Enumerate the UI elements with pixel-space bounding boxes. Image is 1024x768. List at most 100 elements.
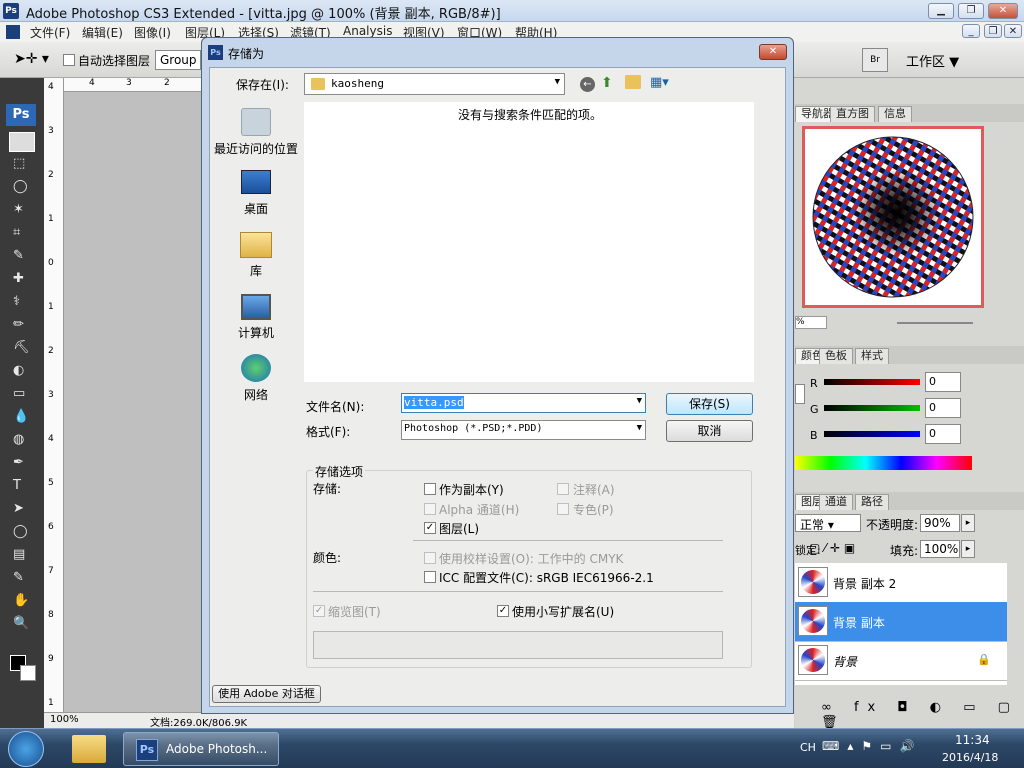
tool-icon[interactable]: ✎ bbox=[13, 570, 24, 585]
tool-icon[interactable]: ➤ bbox=[13, 501, 24, 516]
tool-icon[interactable]: 🔍 bbox=[13, 616, 29, 631]
move-tool-icon[interactable]: ➤✛ ▾ bbox=[14, 51, 49, 67]
tab-swatches[interactable]: 色板 bbox=[819, 348, 853, 364]
tool-icon[interactable]: ⚕ bbox=[13, 294, 20, 309]
workspace-button[interactable]: 工作区 ▼ bbox=[906, 51, 959, 70]
notes-checkbox[interactable] bbox=[557, 483, 569, 495]
tool-icon[interactable]: ✏ bbox=[13, 317, 24, 332]
tool-icon[interactable]: ◯ bbox=[13, 524, 28, 539]
lowercase-ext-checkbox[interactable]: ✓ bbox=[497, 605, 509, 617]
bridge-icon[interactable]: Br bbox=[862, 48, 888, 72]
navigator-zoom-slider[interactable] bbox=[897, 322, 973, 324]
tool-icon[interactable]: ✋ bbox=[13, 593, 29, 608]
tool-icon[interactable]: ✚ bbox=[13, 271, 24, 286]
layer-row[interactable]: 背景 🔒 bbox=[795, 641, 1007, 681]
clock-date[interactable]: 2016/4/18 bbox=[942, 751, 998, 764]
tab-paths[interactable]: 路径 bbox=[855, 494, 889, 510]
channel-slider[interactable] bbox=[824, 405, 920, 411]
doc-close-button[interactable]: ✕ bbox=[1004, 24, 1022, 38]
canvas-area[interactable] bbox=[64, 92, 204, 712]
tab-styles[interactable]: 样式 bbox=[855, 348, 889, 364]
file-list[interactable]: 没有与搜索条件匹配的项。 bbox=[304, 102, 754, 382]
alpha-channels-checkbox[interactable] bbox=[424, 503, 436, 515]
blend-mode-select[interactable]: 正常 ▾ bbox=[795, 514, 861, 532]
tool-icon[interactable]: ✎ bbox=[13, 248, 24, 263]
save-button[interactable]: 保存(S) bbox=[666, 393, 753, 415]
tool-icon[interactable]: ⛏ bbox=[13, 340, 30, 355]
tab-info[interactable]: 信息 bbox=[878, 106, 912, 122]
tool-icon[interactable]: ◍ bbox=[13, 432, 24, 447]
tool-icon[interactable]: T bbox=[13, 478, 21, 493]
doc-restore-button[interactable]: ❐ bbox=[984, 24, 1002, 38]
spot-colors-checkbox[interactable] bbox=[557, 503, 569, 515]
opacity-arrow-icon[interactable]: ▸ bbox=[961, 514, 975, 532]
tool-icon[interactable]: ▭ bbox=[13, 386, 25, 401]
layer-row[interactable]: 背景 副本 2 bbox=[795, 563, 1007, 603]
tool-icon[interactable]: ✶ bbox=[13, 202, 24, 217]
opacity-field[interactable]: 90% bbox=[920, 514, 960, 532]
tab-histogram[interactable]: 直方图 bbox=[830, 106, 875, 122]
as-copy-checkbox[interactable] bbox=[424, 483, 436, 495]
navigator-zoom-field[interactable]: % bbox=[795, 316, 827, 329]
channel-value-field[interactable]: 0 bbox=[925, 398, 961, 418]
tool-icon[interactable]: ▤ bbox=[13, 547, 25, 562]
start-button[interactable] bbox=[8, 731, 44, 767]
place-network[interactable]: 网络 bbox=[206, 354, 306, 403]
place-libraries[interactable]: 库 bbox=[206, 232, 306, 279]
lock-icons[interactable]: ▢ ⁄ ✛ ▣ bbox=[809, 541, 855, 555]
place-computer[interactable]: 计算机 bbox=[206, 294, 306, 341]
auto-select-checkbox[interactable] bbox=[63, 54, 75, 66]
auto-select-dropdown[interactable]: Group bbox=[155, 50, 201, 70]
tool-icon[interactable]: ◯ bbox=[13, 179, 28, 194]
channel-value-field[interactable]: 0 bbox=[925, 372, 961, 392]
format-select[interactable]: Photoshop (*.PSD;*.PDD) ▼ bbox=[401, 420, 646, 440]
fill-field[interactable]: 100% bbox=[920, 540, 960, 558]
tab-channels[interactable]: 通道 bbox=[819, 494, 853, 510]
tool-icon[interactable]: ⬚ bbox=[13, 156, 25, 171]
tool-icon[interactable]: ◐ bbox=[13, 363, 24, 378]
doc-minimize-button[interactable]: _ bbox=[962, 24, 980, 38]
menu-image[interactable]: 图像(I) bbox=[134, 24, 171, 41]
menu-edit[interactable]: 编辑(E) bbox=[82, 24, 123, 41]
place-recent[interactable]: 最近访问的位置 bbox=[206, 108, 306, 157]
icc-profile-checkbox[interactable] bbox=[424, 571, 436, 583]
dialog-close-button[interactable]: ✕ bbox=[759, 44, 787, 60]
color-spectrum[interactable] bbox=[795, 456, 972, 470]
channel-slider[interactable] bbox=[824, 379, 920, 385]
channel-value-field[interactable]: 0 bbox=[925, 424, 961, 444]
close-button[interactable]: ✕ bbox=[988, 3, 1018, 19]
layers-checkbox[interactable]: ✓ bbox=[424, 522, 436, 534]
zoom-field[interactable]: 100% bbox=[50, 714, 79, 725]
place-desktop[interactable]: 桌面 bbox=[206, 170, 306, 217]
save-in-dropdown[interactable]: kaosheng ▼ bbox=[304, 73, 565, 95]
move-tool-icon[interactable] bbox=[9, 132, 35, 152]
layers-footer-icons[interactable]: ∞ fx ◘ ◐ ▭ ▢ 🗑 bbox=[795, 698, 1024, 730]
language-indicator[interactable]: CH bbox=[800, 741, 816, 754]
thumbnail-checkbox[interactable]: ✓ bbox=[313, 605, 325, 617]
tray-icons[interactable]: ⌨▴⚑▭🔊 bbox=[822, 739, 922, 753]
navigator-preview[interactable] bbox=[802, 126, 984, 308]
menu-analysis[interactable]: Analysis bbox=[343, 24, 392, 38]
taskbar-photoshop-button[interactable]: Ps Adobe Photosh... bbox=[123, 732, 279, 766]
channel-slider[interactable] bbox=[824, 431, 920, 437]
layer-thumbnail bbox=[798, 567, 828, 597]
tool-icon[interactable]: ⌗ bbox=[13, 225, 20, 240]
view-menu-icon[interactable]: ▦▾ bbox=[650, 75, 669, 90]
tool-icon[interactable]: ✒ bbox=[13, 455, 24, 470]
back-icon[interactable]: ← bbox=[580, 77, 595, 92]
menu-file[interactable]: 文件(F) bbox=[30, 24, 70, 41]
fill-arrow-icon[interactable]: ▸ bbox=[961, 540, 975, 558]
explorer-taskbar-icon[interactable] bbox=[72, 735, 106, 763]
minimize-button[interactable]: ▁ bbox=[928, 3, 954, 19]
proof-setup-checkbox[interactable] bbox=[424, 552, 436, 564]
layer-row[interactable]: 背景 副本 bbox=[795, 602, 1007, 642]
up-folder-icon[interactable]: ⬆ bbox=[601, 75, 613, 91]
cancel-button[interactable]: 取消 bbox=[666, 420, 753, 442]
use-adobe-dialog-button[interactable]: 使用 Adobe 对话框 bbox=[212, 685, 321, 703]
filename-input[interactable]: vitta.psd ▼ bbox=[401, 393, 646, 413]
tool-icon[interactable]: 💧 bbox=[13, 409, 29, 424]
new-folder-icon[interactable] bbox=[625, 75, 641, 89]
clock-time[interactable]: 11:34 bbox=[955, 733, 990, 747]
background-color-swatch[interactable] bbox=[20, 665, 36, 681]
maximize-button[interactable]: ❐ bbox=[958, 3, 984, 19]
